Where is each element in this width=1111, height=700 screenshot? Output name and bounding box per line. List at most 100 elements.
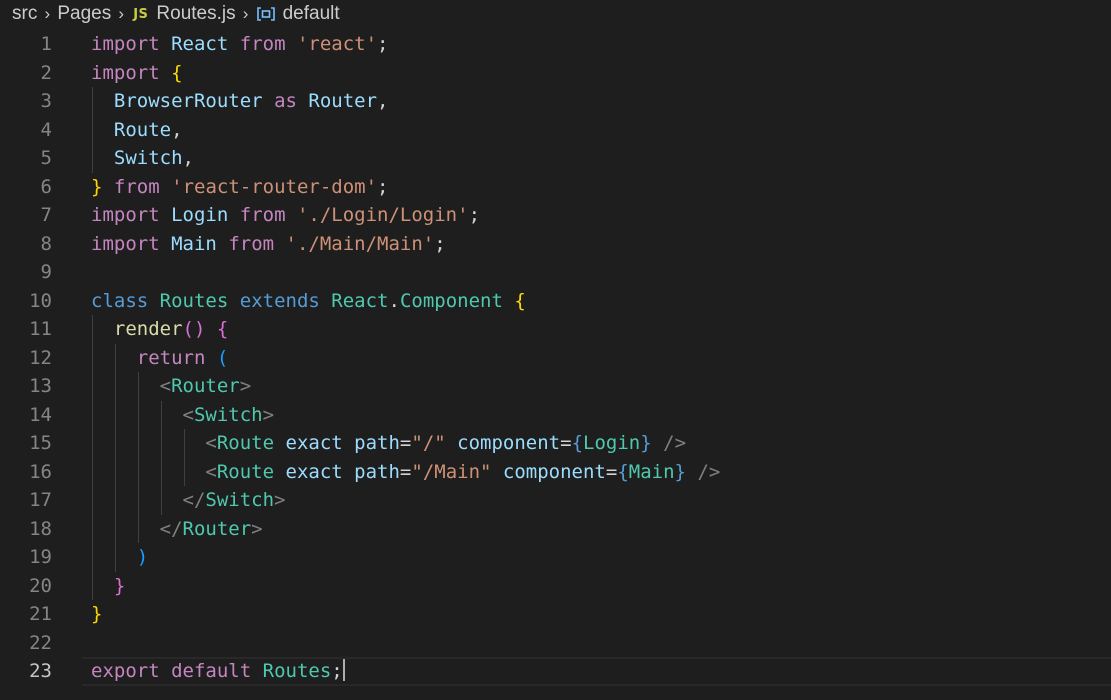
code-line[interactable]: 1 import React from 'react';	[0, 30, 1111, 59]
code-line[interactable]: 9	[0, 258, 1111, 287]
code-token: {	[171, 61, 183, 84]
code-token: return	[136, 346, 206, 369]
code-token: ,	[182, 147, 194, 169]
code-line[interactable]: 22	[0, 629, 1111, 658]
line-number[interactable]: 23	[0, 657, 52, 686]
code-line[interactable]: 7 import Login from './Login/Login';	[0, 201, 1111, 230]
code-line[interactable]: 18 </Router>	[0, 514, 1111, 544]
code-line[interactable]: 10 class Routes extends React.Component {	[0, 287, 1111, 316]
code-token: {	[514, 289, 526, 312]
code-token: Login	[583, 432, 641, 454]
code-line[interactable]: 14 <Switch>	[0, 400, 1111, 430]
line-text: BrowserRouter as Router,	[91, 87, 389, 116]
line-number[interactable]: 20	[0, 572, 52, 601]
code-token: Routes	[262, 660, 332, 682]
code-token: as	[274, 90, 297, 112]
line-number[interactable]: 7	[0, 201, 52, 230]
line-number[interactable]: 15	[0, 429, 52, 458]
line-number[interactable]: 22	[0, 629, 52, 658]
code-token: }	[640, 432, 652, 454]
code-line[interactable]: 5 Switch,	[0, 144, 1111, 173]
line-text: Route,	[91, 116, 183, 145]
code-line[interactable]: 2 import {	[0, 59, 1111, 88]
line-text: <Router>	[91, 372, 252, 401]
code-token: Routes	[159, 289, 229, 312]
js-file-icon: JS	[133, 6, 149, 22]
breadcrumb-item-file[interactable]: Routes.js	[156, 3, 235, 25]
code-line[interactable]: 4 Route,	[0, 115, 1111, 145]
breadcrumb-item-pages[interactable]: Pages	[57, 3, 111, 25]
code-line[interactable]: 20 }	[0, 571, 1111, 601]
breadcrumb-item-symbol[interactable]: default	[283, 3, 340, 25]
line-number[interactable]: 8	[0, 230, 52, 259]
line-number[interactable]: 2	[0, 59, 52, 88]
line-number[interactable]: 1	[0, 30, 52, 59]
chevron-right-icon: ›	[44, 4, 51, 23]
code-token: Route	[216, 432, 275, 454]
code-token: {	[571, 432, 584, 454]
code-line[interactable]: 15 <Route exact path="/" component={Logi…	[0, 429, 1111, 458]
line-number[interactable]: 14	[0, 401, 52, 430]
code-editor[interactable]: src › Pages › JS Routes.js › default 1 im…	[0, 0, 1111, 700]
code-line[interactable]: 3 BrowserRouter as Router,	[0, 87, 1111, 116]
breadcrumb-item-src[interactable]: src	[12, 3, 37, 25]
line-number[interactable]: 11	[0, 315, 52, 344]
code-line[interactable]: 16 <Route exact path="/Main" component={…	[0, 457, 1111, 487]
line-number[interactable]: 19	[0, 543, 52, 572]
code-token: React	[331, 289, 389, 312]
code-token: path	[354, 432, 400, 454]
code-line[interactable]: 11 render() {	[0, 315, 1111, 344]
line-number[interactable]: 5	[0, 144, 52, 173]
line-number[interactable]: 10	[0, 287, 52, 316]
code-token: exact	[285, 432, 343, 454]
code-line[interactable]: 6} from 'react-router-dom';	[0, 173, 1111, 202]
code-line[interactable]: 21}	[0, 600, 1111, 629]
line-text: <Switch>	[91, 401, 275, 430]
line-number[interactable]: 3	[0, 87, 52, 116]
line-number[interactable]: 18	[0, 515, 52, 544]
code-line[interactable]: 8 import Main from './Main/Main';	[0, 230, 1111, 259]
code-token: >	[274, 489, 286, 511]
line-text: </Router>	[91, 515, 263, 544]
code-area[interactable]: 1 import React from 'react'; 2 import {3 Br…	[0, 30, 1111, 686]
code-token: ;	[377, 175, 389, 198]
chevron-right-icon: ›	[118, 4, 125, 23]
code-line[interactable]: 12 return (	[0, 343, 1111, 373]
code-token: <	[159, 375, 172, 397]
code-line[interactable]: 13 <Router>	[0, 372, 1111, 401]
code-line[interactable]: 23 export default Routes;	[0, 657, 1111, 686]
code-token: 'react'	[296, 33, 378, 55]
line-number[interactable]: 16	[0, 458, 52, 487]
line-number[interactable]: 9	[0, 258, 52, 287]
line-number[interactable]: 4	[0, 116, 52, 145]
code-line[interactable]: 17 </Switch>	[0, 486, 1111, 515]
line-number[interactable]: 6	[0, 173, 52, 202]
code-token: component	[502, 460, 606, 483]
line-number[interactable]: 21	[0, 600, 52, 629]
line-number[interactable]: 13	[0, 372, 52, 401]
code-token: >	[262, 403, 275, 426]
code-token: </	[159, 517, 183, 540]
line-number[interactable]: 17	[0, 486, 52, 515]
code-line[interactable]: 19 )	[0, 543, 1111, 572]
code-token: exact	[285, 460, 343, 483]
line-number[interactable]: 12	[0, 344, 52, 373]
